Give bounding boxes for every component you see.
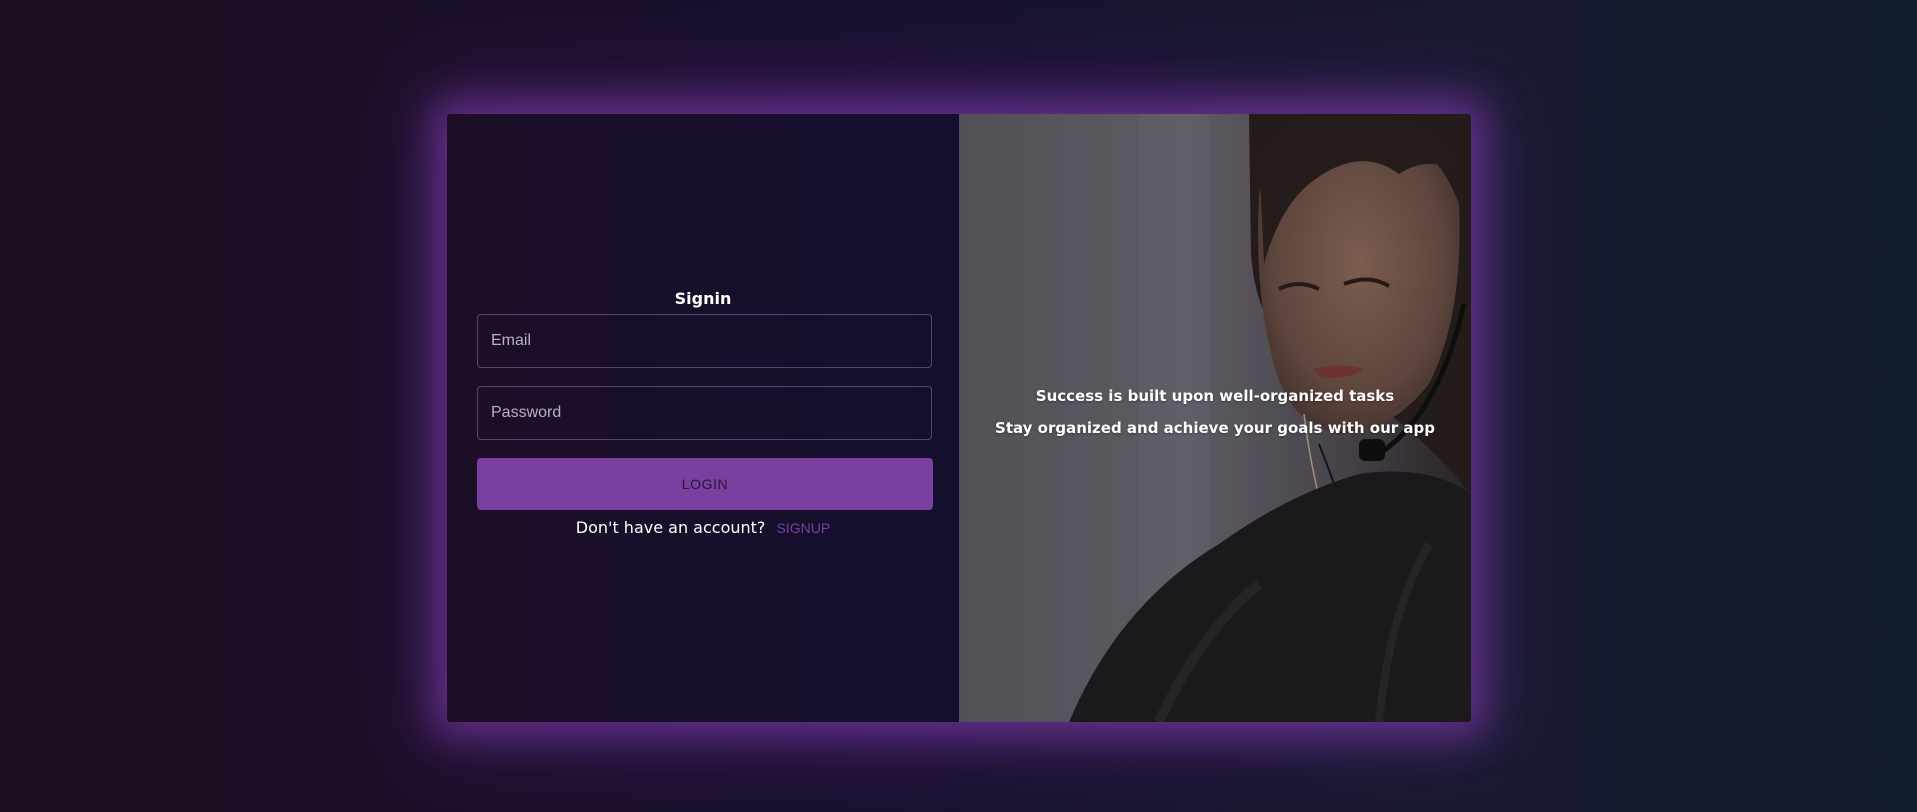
signin-panel: Signin LOGIN Don't have an account? SIGN… <box>447 114 959 722</box>
signup-link[interactable]: SIGNUP <box>777 520 831 536</box>
no-account-text: Don't have an account? <box>575 518 766 537</box>
signup-prompt: Don't have an account? SIGNUP <box>447 518 959 537</box>
login-button[interactable]: LOGIN <box>477 458 933 510</box>
password-field[interactable] <box>477 386 932 440</box>
auth-card: Signin LOGIN Don't have an account? SIGN… <box>447 114 1471 722</box>
email-field[interactable] <box>477 314 932 368</box>
hero-line-2: Stay organized and achieve your goals wi… <box>995 419 1435 437</box>
signin-title: Signin <box>674 289 732 308</box>
hero-line-1: Success is built upon well-organized tas… <box>1035 387 1395 405</box>
hero-panel: Success is built upon well-organized tas… <box>959 114 1471 722</box>
hero-photo <box>959 114 1471 722</box>
